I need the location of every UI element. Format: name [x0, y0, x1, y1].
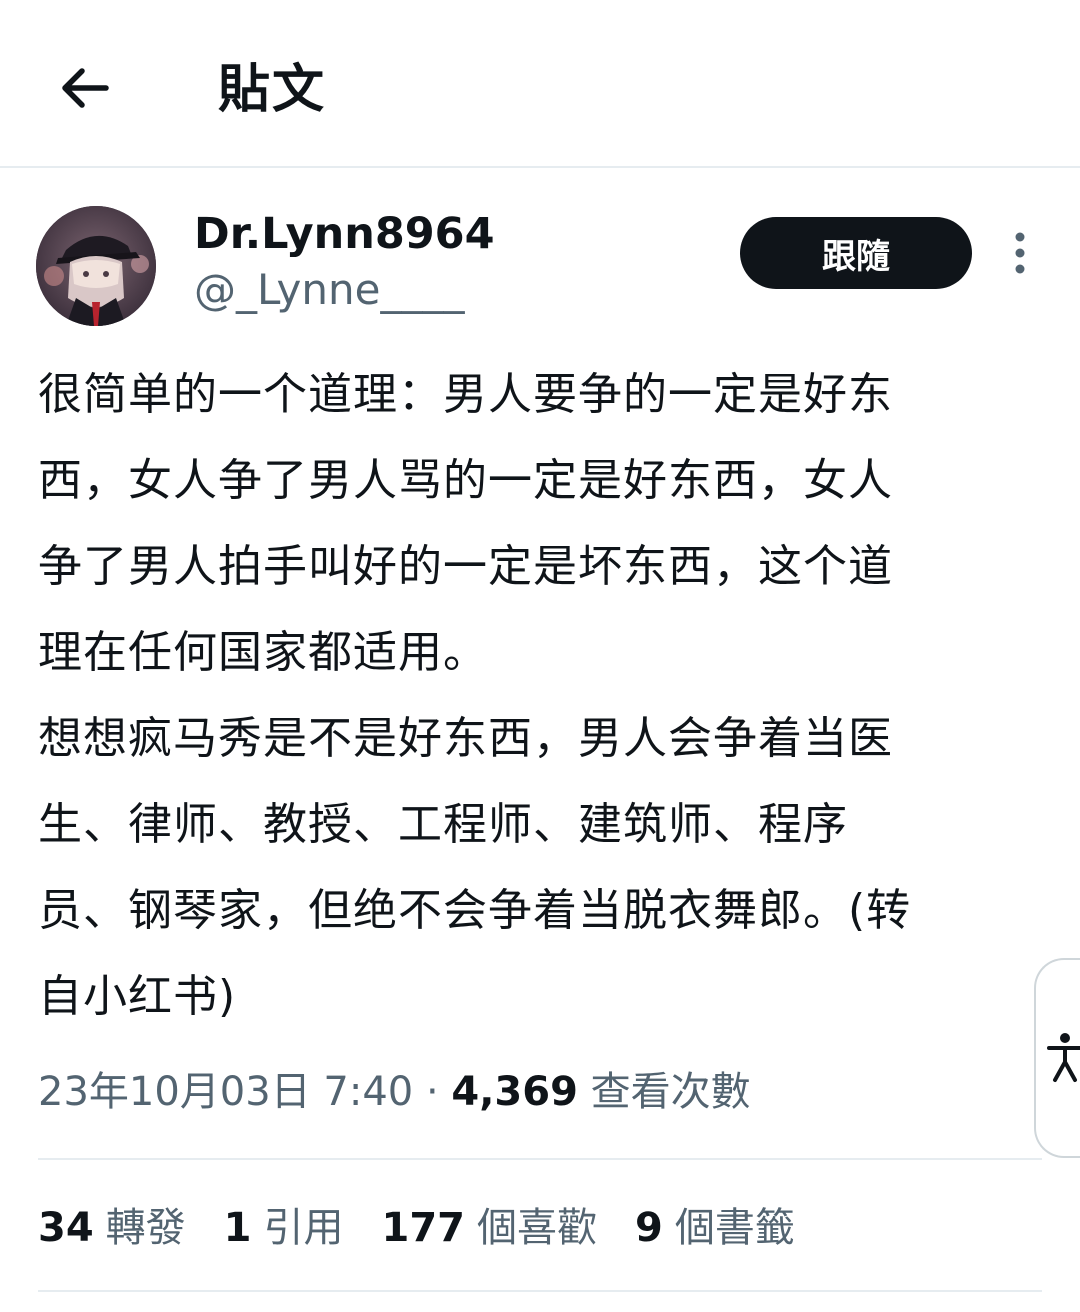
author-display-name[interactable]: Dr.Lynn8964	[194, 208, 495, 260]
post-text: 很简单的一个道理：男人要争的一定是好东 西，女人争了男人骂的一定是好东西，女人 …	[38, 369, 912, 1022]
retweets-count: 34	[38, 1205, 94, 1251]
accessibility-icon	[1047, 1033, 1080, 1082]
views-label: 查看次數	[577, 1069, 751, 1115]
bookmarks-stat[interactable]: 9 個書籤	[635, 1200, 795, 1256]
retweets-label: 轉發	[105, 1205, 186, 1251]
top-bar: 貼文	[0, 0, 1080, 168]
likes-count: 177	[381, 1205, 466, 1251]
accessibility-button[interactable]	[1034, 958, 1080, 1158]
back-button[interactable]	[48, 52, 120, 124]
author-handle[interactable]: @_Lynne____	[194, 264, 464, 316]
arrow-left-icon	[62, 68, 109, 108]
post-meta: 23年10月03日 7:40 · 4,369 查看次數	[38, 1064, 751, 1120]
meta-separator: ·	[413, 1069, 452, 1115]
quotes-count: 1	[223, 1205, 252, 1251]
post-timestamp[interactable]: 23年10月03日 7:40	[38, 1069, 413, 1115]
follow-button[interactable]: 跟隨	[740, 217, 972, 289]
likes-stat[interactable]: 177 個喜歡	[382, 1200, 598, 1256]
avatar[interactable]	[36, 206, 156, 326]
bookmarks-label: 個書籤	[674, 1205, 795, 1251]
more-vertical-icon	[1015, 232, 1025, 274]
more-options-button[interactable]	[1000, 228, 1040, 278]
divider	[38, 1158, 1042, 1160]
bookmarks-count: 9	[635, 1205, 663, 1251]
likes-label: 個喜歡	[477, 1205, 598, 1251]
page-title: 貼文	[218, 60, 327, 120]
quotes-label: 引用	[263, 1205, 344, 1251]
engagement-stats: 34 轉發 1 引用 177 個喜歡 9 個書籤	[38, 1200, 833, 1256]
divider	[38, 1290, 1042, 1292]
views-count: 4,369	[451, 1069, 578, 1115]
retweets-stat[interactable]: 34 轉發	[38, 1200, 186, 1256]
quotes-stat[interactable]: 1 引用	[224, 1200, 344, 1256]
